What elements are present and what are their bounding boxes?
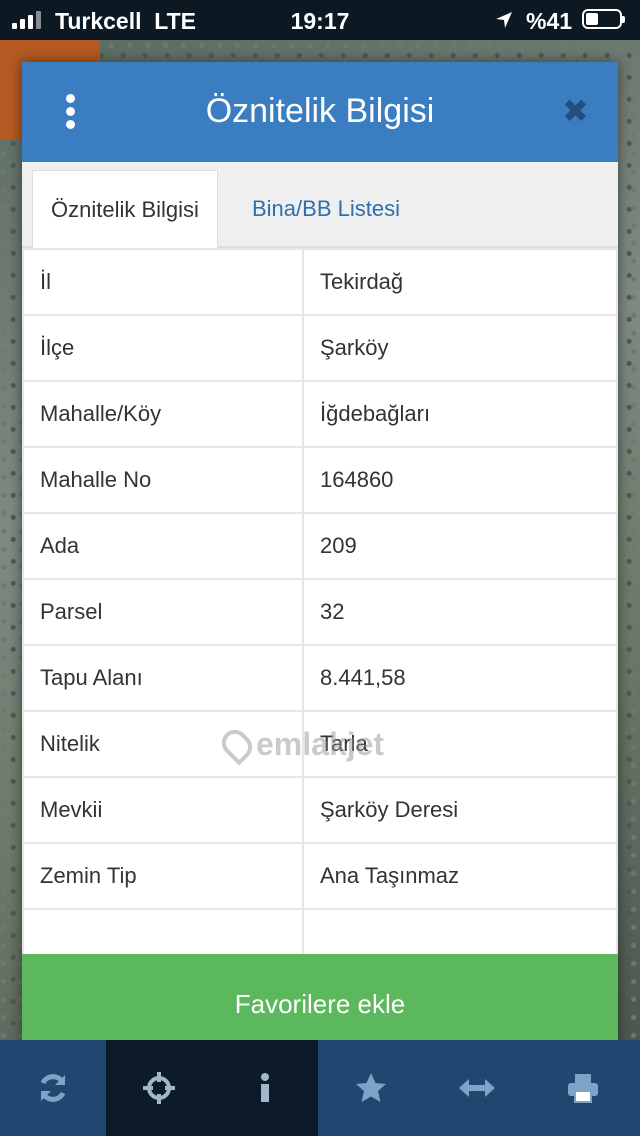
row-value: Tekirdağ <box>302 248 618 316</box>
row-value: 32 <box>302 578 618 646</box>
location-arrow-icon <box>496 12 512 28</box>
modal-title: Öznitelik Bilgisi <box>205 92 435 130</box>
row-key: İl <box>22 248 304 316</box>
row-key: Mevkii <box>22 776 304 844</box>
star-icon[interactable] <box>318 1040 424 1136</box>
info-icon[interactable] <box>212 1040 318 1136</box>
row-key: İlçe <box>22 314 304 382</box>
row-value: 164860 <box>302 446 618 514</box>
row-key: Zemin Tip <box>22 842 304 910</box>
battery-percent: %41 <box>526 8 573 34</box>
row-key: Tapu Alanı <box>22 644 304 712</box>
crosshair-icon[interactable] <box>106 1040 212 1136</box>
attribute-modal: Öznitelik Bilgisi ✖ Öznitelik Bilgisi Bi… <box>22 62 618 1054</box>
row-key-cut <box>22 908 304 954</box>
table-row: İl Tekirdağ <box>22 248 618 316</box>
row-key: Mahalle/Köy <box>22 380 304 448</box>
row-value: Şarköy <box>302 314 618 382</box>
print-icon[interactable] <box>530 1040 636 1136</box>
table-row: Ada 209 <box>22 512 618 580</box>
close-icon[interactable]: ✖ <box>562 92 589 130</box>
table-row: İlçe Şarköy <box>22 314 618 382</box>
table-row: Zemin Tip Ana Taşınmaz <box>22 842 618 910</box>
row-value-cut <box>302 908 618 954</box>
attribute-table[interactable]: İl Tekirdağ İlçe Şarköy Mahalle/Köy İğdebağ… <box>22 248 618 954</box>
table-row: Mahalle/Köy İğdebağları <box>22 380 618 448</box>
status-bar: Turkcell LTE 19:17 %41 <box>0 0 640 40</box>
row-value: 209 <box>302 512 618 580</box>
modal-header: Öznitelik Bilgisi ✖ <box>22 62 618 162</box>
row-key: Parsel <box>22 578 304 646</box>
row-key: Mahalle No <box>22 446 304 514</box>
row-value: İğdebağları <box>302 380 618 448</box>
row-value: Şarköy Deresi <box>302 776 618 844</box>
row-key: Ada <box>22 512 304 580</box>
table-row <box>22 908 618 954</box>
table-row: Parsel 32 <box>22 578 618 646</box>
table-row: Mahalle No 164860 <box>22 446 618 514</box>
row-value: Ana Taşınmaz <box>302 842 618 910</box>
tab-building-list[interactable]: Bina/BB Listesi <box>234 170 418 248</box>
table-row: Tapu Alanı 8.441,58 <box>22 644 618 712</box>
watermark: emlakjet <box>216 723 384 766</box>
tab-attribute-info[interactable]: Öznitelik Bilgisi <box>32 170 218 250</box>
battery-icon <box>582 9 625 29</box>
row-value: 8.441,58 <box>302 644 618 712</box>
table-row: Mevkii Şarköy Deresi <box>22 776 618 844</box>
add-favorites-button[interactable]: Favorilere ekle <box>22 954 618 1054</box>
tabs-bar: Öznitelik Bilgisi Bina/BB Listesi <box>22 162 618 250</box>
measure-icon[interactable] <box>424 1040 530 1136</box>
bottom-toolbar <box>0 1040 640 1136</box>
refresh-icon[interactable] <box>0 1040 106 1136</box>
